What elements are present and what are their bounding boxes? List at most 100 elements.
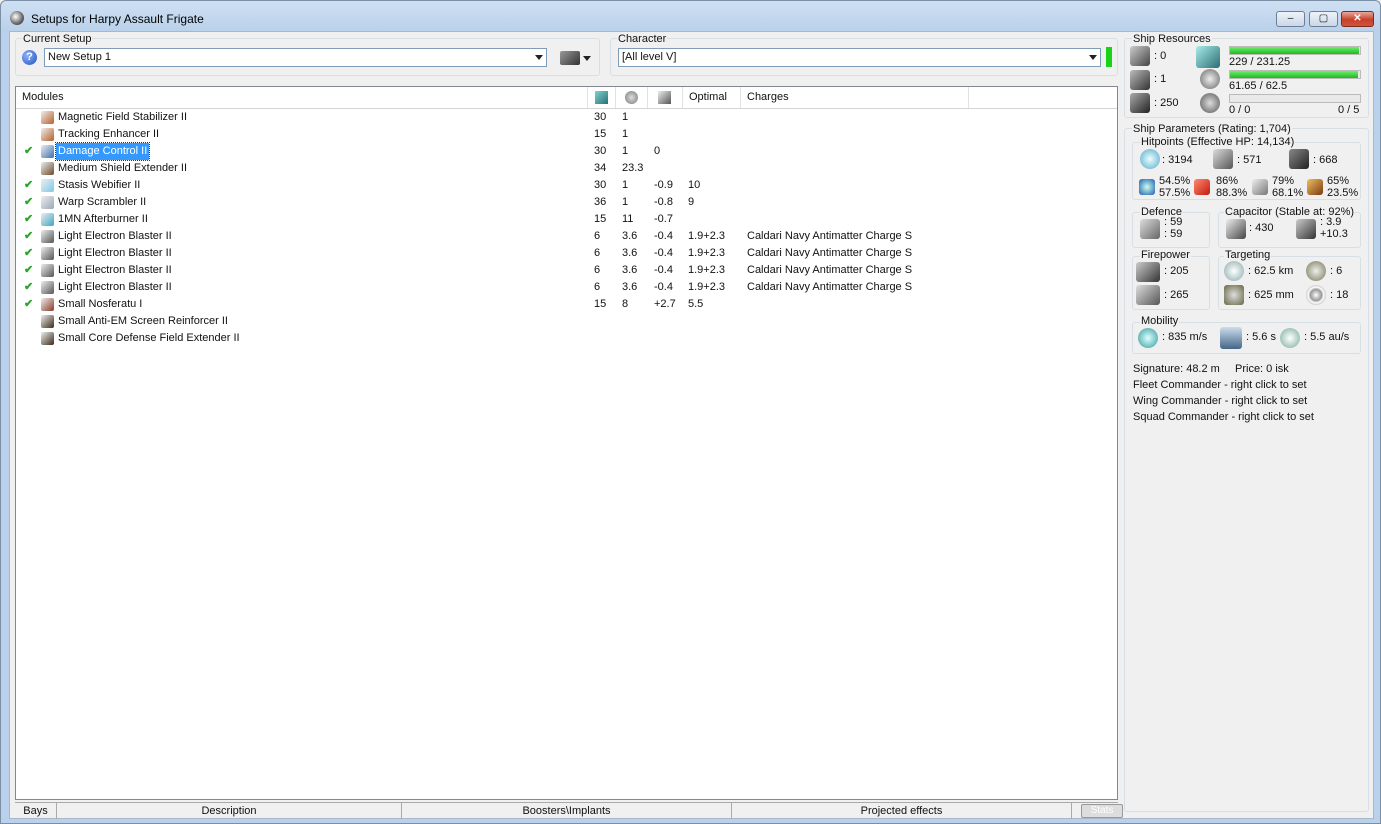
- table-row[interactable]: ✔ Light Electron Blaster II 6 3.6 -0.4 1.9+2.…: [16, 228, 1117, 245]
- table-row[interactable]: ✔ Stasis Webifier II 30 1 -0.9 10: [16, 177, 1117, 194]
- header-cpu[interactable]: [588, 87, 616, 108]
- tab-bays[interactable]: Bays: [15, 803, 57, 819]
- powergrid-bar: [1229, 70, 1361, 79]
- table-row[interactable]: Tracking Enhancer II 15 1: [16, 126, 1117, 143]
- module-name[interactable]: Light Electron Blaster II: [56, 245, 174, 262]
- table-row[interactable]: ✔ Light Electron Blaster II 6 3.6 -0.4 1.9+2.…: [16, 245, 1117, 262]
- kinetic-resist: 79% 68.1%: [1272, 175, 1303, 199]
- modules-list[interactable]: Modules Optimal Charges Magnetic Field S…: [15, 86, 1118, 800]
- capacitor-icon: [1226, 219, 1246, 239]
- module-active-check[interactable]: ✔: [24, 143, 33, 160]
- table-row[interactable]: Medium Shield Extender II 34 23.3: [16, 160, 1117, 177]
- header-modules[interactable]: Modules: [16, 87, 588, 108]
- module-icon: [41, 315, 54, 328]
- module-name[interactable]: Small Nosferatu I: [56, 296, 144, 313]
- header-optimal[interactable]: Optimal: [683, 87, 741, 108]
- table-row[interactable]: Small Core Defense Field Extender II: [16, 330, 1117, 347]
- module-name[interactable]: Light Electron Blaster II: [56, 228, 174, 245]
- calibration-value: : 250: [1154, 97, 1179, 109]
- module-icon: [41, 179, 54, 192]
- header-charges[interactable]: Charges: [741, 87, 969, 108]
- capacitor-recharge-icon: [1296, 219, 1316, 239]
- module-active-check[interactable]: ✔: [24, 228, 33, 245]
- table-row[interactable]: ✔ Warp Scrambler II 36 1 -0.8 9: [16, 194, 1117, 211]
- module-cpu: 34: [594, 162, 607, 174]
- module-name[interactable]: Damage Control II: [54, 142, 151, 161]
- firepower-label: Firepower: [1140, 249, 1191, 261]
- explosive-armor-resist: 23.5%: [1327, 187, 1359, 199]
- module-name[interactable]: Tracking Enhancer II: [56, 126, 161, 143]
- help-icon[interactable]: ?: [22, 50, 37, 65]
- shield-icon: [1140, 149, 1160, 169]
- current-setup-select[interactable]: New Setup 1: [44, 48, 547, 67]
- close-button[interactable]: ✕: [1341, 11, 1374, 27]
- align-time-icon: [1220, 327, 1242, 349]
- launcher-hardpoint-icon: [1130, 70, 1150, 90]
- cpu-value: 229 / 231.25: [1229, 56, 1291, 68]
- drone-bay-icon: [1200, 93, 1220, 113]
- turret-hardpoints: : 0: [1154, 50, 1167, 62]
- table-row[interactable]: ✔ Light Electron Blaster II 6 3.6 -0.4 1.9+2.…: [16, 262, 1117, 279]
- stats-button[interactable]: Stats: [1081, 804, 1123, 818]
- module-name[interactable]: Magnetic Field Stabilizer II: [56, 109, 189, 126]
- module-name[interactable]: Light Electron Blaster II: [56, 262, 174, 279]
- capacitor-delta-1: : 3.9: [1320, 216, 1342, 228]
- table-row[interactable]: Magnetic Field Stabilizer II 30 1: [16, 109, 1117, 126]
- character-select[interactable]: [All level V]: [618, 48, 1101, 67]
- powergrid-bar-fill: [1230, 71, 1359, 78]
- module-name[interactable]: Small Core Defense Field Extender II: [56, 330, 242, 347]
- current-setup-value: New Setup 1: [48, 51, 111, 63]
- header-capacitor[interactable]: [648, 87, 683, 108]
- tab-description[interactable]: Description: [57, 803, 402, 819]
- tab-boosters-implants[interactable]: Boosters\Implants: [402, 803, 732, 819]
- header-powergrid[interactable]: [616, 87, 648, 108]
- module-optimal: 9: [688, 196, 695, 208]
- module-name[interactable]: Small Anti-EM Screen Reinforcer II: [56, 313, 230, 330]
- table-row[interactable]: ✔ Light Electron Blaster II 6 3.6 -0.4 1.9+2.…: [16, 279, 1117, 296]
- character-label: Character: [617, 33, 668, 45]
- fleet-commander[interactable]: Fleet Commander - right click to set: [1133, 379, 1307, 391]
- module-active-check[interactable]: ✔: [24, 279, 33, 296]
- thermal-shield-resist: 86%: [1216, 175, 1239, 187]
- module-active-check[interactable]: ✔: [24, 211, 33, 228]
- warp-speed: : 5.5 au/s: [1304, 331, 1350, 343]
- bottom-tabs: Bays Description Boosters\Implants Proje…: [15, 802, 1118, 819]
- maximize-button[interactable]: ▢: [1309, 11, 1338, 27]
- drones-active-value: 0 / 5: [1338, 104, 1360, 116]
- module-powergrid: 1: [622, 145, 629, 157]
- title-bar[interactable]: Setups for Harpy Assault Frigate – ▢ ✕: [1, 1, 1380, 33]
- table-row[interactable]: ✔ 1MN Afterburner II 15 11 -0.7: [16, 211, 1117, 228]
- module-name[interactable]: Light Electron Blaster II: [56, 279, 174, 296]
- module-name[interactable]: Stasis Webifier II: [56, 177, 142, 194]
- module-active-check[interactable]: ✔: [24, 296, 33, 313]
- module-name[interactable]: Warp Scrambler II: [56, 194, 148, 211]
- table-row[interactable]: ✔ Damage Control II 30 1 0: [16, 142, 1117, 161]
- module-active-check[interactable]: ✔: [24, 194, 33, 211]
- module-icon: [41, 196, 54, 209]
- module-active-check[interactable]: ✔: [24, 177, 33, 194]
- capacitor-icon: [658, 91, 671, 104]
- chevron-down-icon[interactable]: [583, 56, 591, 61]
- module-name[interactable]: Medium Shield Extender II: [56, 160, 189, 177]
- module-icon: [41, 281, 54, 294]
- module-optimal: 1.9+2.3: [688, 264, 726, 276]
- wing-commander[interactable]: Wing Commander - right click to set: [1133, 395, 1307, 407]
- ship-menu-icon[interactable]: [560, 51, 580, 65]
- cpu-bar-fill: [1230, 47, 1359, 54]
- module-icon: [41, 145, 54, 158]
- table-row[interactable]: ✔ Small Nosferatu I 15 8 +2.7 5.5: [16, 296, 1117, 313]
- defence-icon: [1140, 219, 1160, 239]
- scan-resolution: : 625 mm: [1248, 289, 1294, 301]
- module-active-check[interactable]: ✔: [24, 245, 33, 262]
- module-cpu: 6: [594, 264, 601, 276]
- module-active-check[interactable]: ✔: [24, 262, 33, 279]
- module-cpu: 15: [594, 298, 607, 310]
- module-capacitor: -0.8: [654, 196, 673, 208]
- minimize-button[interactable]: –: [1276, 11, 1305, 27]
- squad-commander[interactable]: Squad Commander - right click to set: [1133, 411, 1314, 423]
- module-optimal: 5.5: [688, 298, 704, 310]
- tab-projected-effects[interactable]: Projected effects: [732, 803, 1072, 819]
- module-name[interactable]: 1MN Afterburner II: [56, 211, 150, 228]
- table-row[interactable]: Small Anti-EM Screen Reinforcer II: [16, 313, 1117, 330]
- mobility-label: Mobility: [1140, 315, 1180, 327]
